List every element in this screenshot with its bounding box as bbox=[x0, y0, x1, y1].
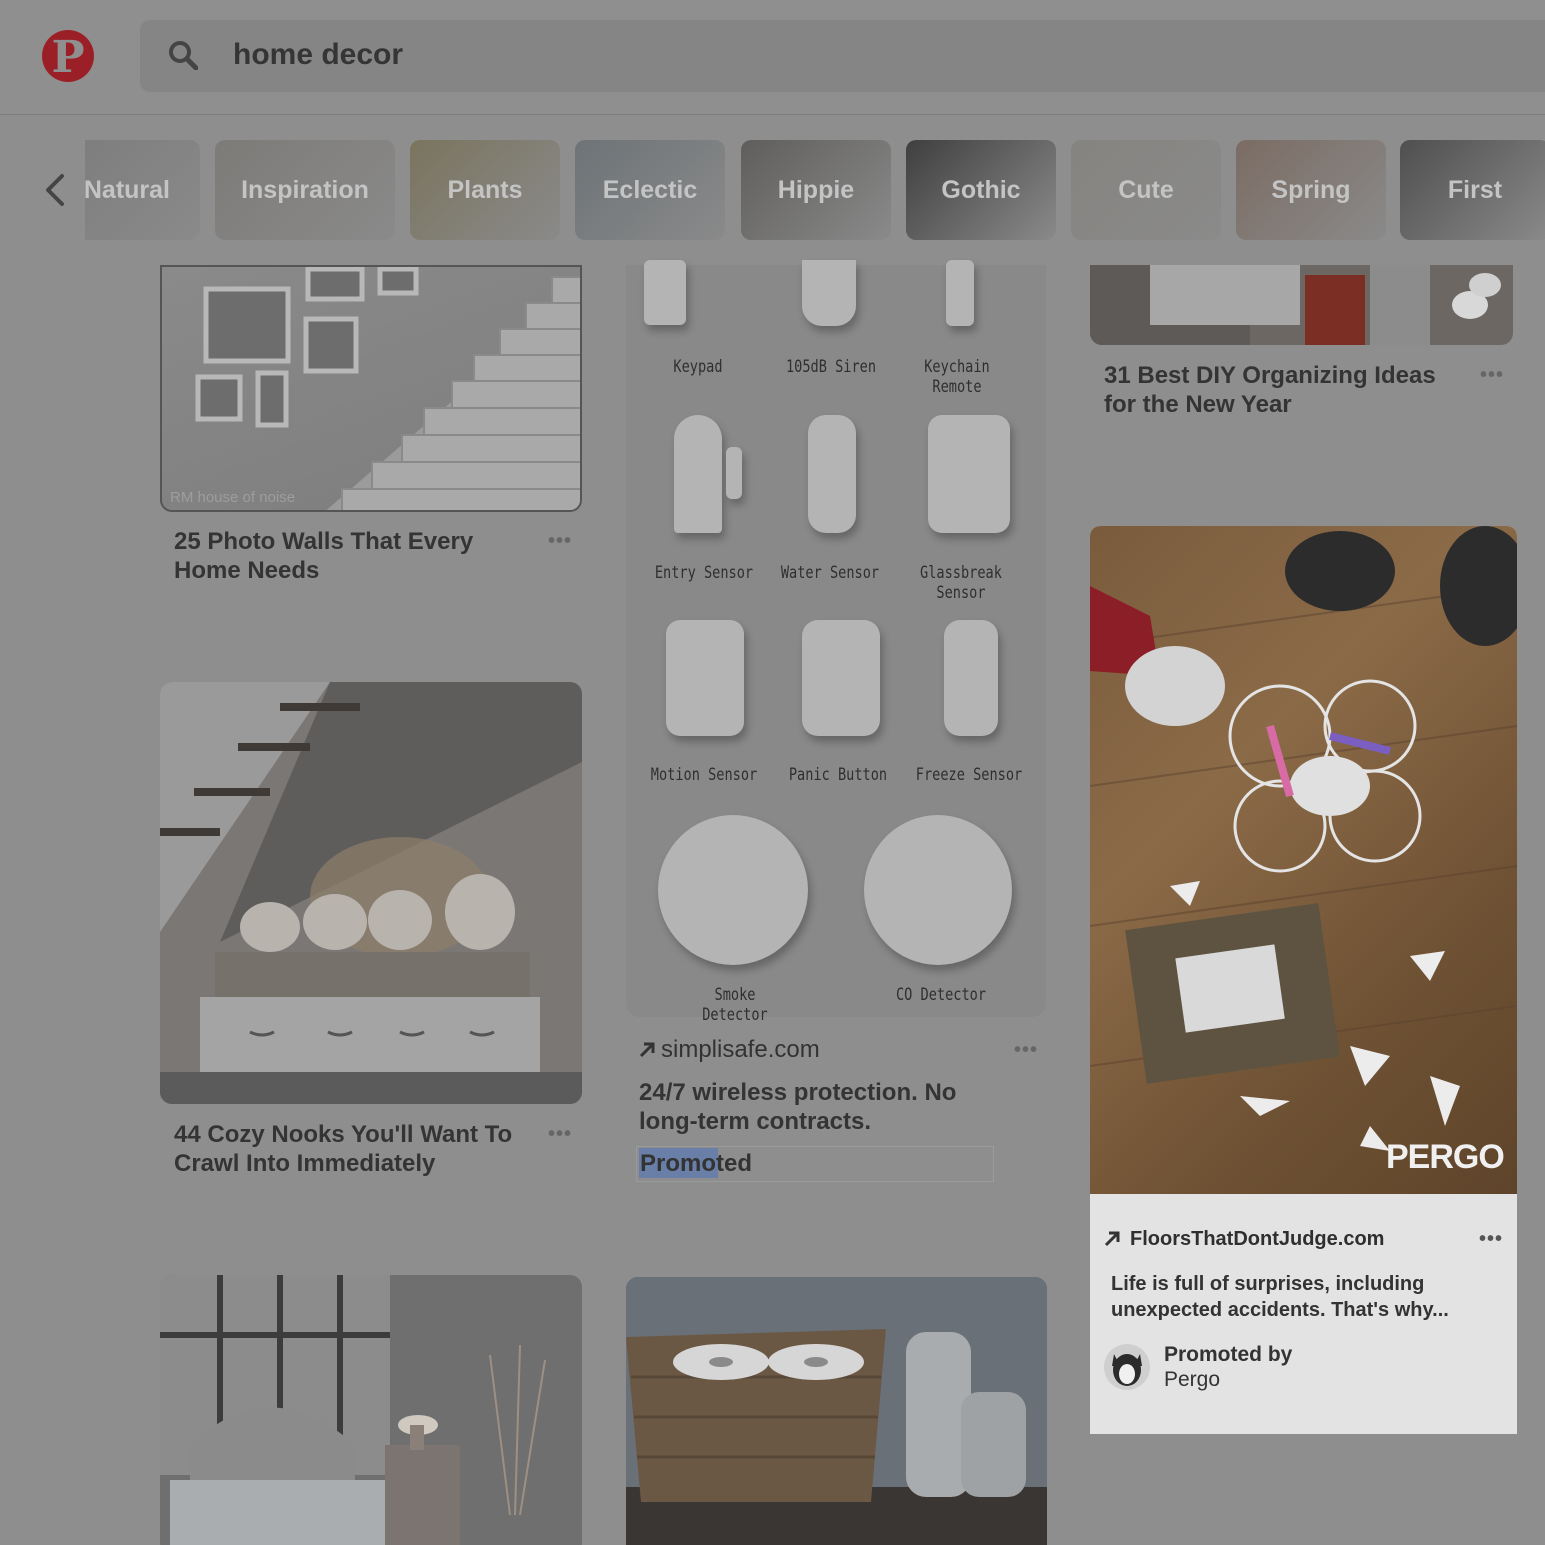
title-line: for the New Year bbox=[1104, 391, 1292, 418]
product-label: Motion Sensor bbox=[650, 765, 758, 785]
more-options-icon[interactable]: ••• bbox=[1014, 1039, 1038, 1062]
pin-title-organizing[interactable]: 31 Best DIY Organizing Ideas for the New… bbox=[1104, 361, 1436, 419]
desc-line: long-term contracts. bbox=[639, 1108, 872, 1135]
co-detector-device bbox=[864, 815, 1012, 965]
entry-sensor-magnet bbox=[726, 447, 742, 499]
water-sensor-device bbox=[808, 415, 856, 533]
product-label: CO Detector bbox=[895, 985, 987, 1005]
product-label: 105dB Siren bbox=[785, 357, 877, 377]
product-label: Smoke Detector bbox=[702, 985, 768, 1025]
chip-cute[interactable]: Cute bbox=[1071, 140, 1221, 240]
motion-sensor-device bbox=[666, 620, 744, 736]
smoke-detector-device bbox=[658, 815, 808, 965]
pin-image-bathroom-storage[interactable] bbox=[626, 1277, 1047, 1545]
more-options-icon[interactable]: ••• bbox=[1479, 1228, 1503, 1251]
pin-description[interactable]: Life is full of surprises, including une… bbox=[1111, 1271, 1501, 1323]
pinterest-logo-icon[interactable]: P bbox=[42, 30, 94, 83]
desc-line: 24/7 wireless protection. No bbox=[639, 1079, 957, 1106]
pin-source-link[interactable]: simplisafe.com bbox=[661, 1036, 820, 1064]
product-label: Keychain Remote bbox=[924, 357, 990, 397]
chip-gothic[interactable]: Gothic bbox=[906, 140, 1056, 240]
product-label: Glassbreak Sensor bbox=[920, 563, 1002, 603]
drone-floor-illustration bbox=[1090, 526, 1517, 1151]
title-line: Home Needs bbox=[174, 557, 320, 584]
staircase-illustration bbox=[195, 267, 580, 510]
title-line: Crawl Into Immediately bbox=[174, 1150, 436, 1177]
reading-nook-illustration bbox=[160, 682, 582, 1104]
pergo-logo: PERGO bbox=[1386, 1138, 1505, 1176]
search-bar[interactable]: home decor bbox=[140, 20, 1545, 92]
title-line: 25 Photo Walls That Every bbox=[174, 528, 474, 555]
advertiser-avatar[interactable] bbox=[1104, 1344, 1150, 1390]
pin-image-cozy-nooks[interactable] bbox=[160, 682, 582, 1104]
external-link-arrow-icon bbox=[639, 1042, 655, 1058]
dog-avatar-icon bbox=[1112, 1354, 1142, 1386]
organizing-illustration bbox=[1090, 265, 1501, 345]
more-options-icon[interactable]: ••• bbox=[548, 1123, 572, 1146]
product-label: Keypad bbox=[673, 357, 723, 377]
chip-hippie[interactable]: Hippie bbox=[741, 140, 891, 240]
external-link-arrow-icon bbox=[1104, 1231, 1120, 1247]
pin-description[interactable]: 24/7 wireless protection. No long-term c… bbox=[639, 1078, 956, 1136]
product-label: Entry Sensor bbox=[654, 563, 754, 583]
chip-natural[interactable]: Natural bbox=[85, 140, 200, 240]
pin-source-link[interactable]: FloorsThatDontJudge.com bbox=[1130, 1228, 1384, 1251]
advertiser-name[interactable]: Pergo bbox=[1164, 1368, 1220, 1392]
siren-device bbox=[802, 260, 856, 326]
pin-title-photo-walls[interactable]: 25 Photo Walls That Every Home Needs bbox=[174, 527, 473, 585]
basket-illustration bbox=[626, 1277, 1047, 1545]
entry-sensor-device bbox=[674, 415, 722, 533]
promoted-label: Promoted bbox=[640, 1150, 753, 1177]
pin-image-bedroom[interactable] bbox=[160, 1275, 582, 1545]
chip-eclectic[interactable]: Eclectic bbox=[575, 140, 725, 240]
product-label: Freeze Sensor bbox=[915, 765, 1023, 785]
promoted-by-label: Promoted by bbox=[1164, 1343, 1293, 1366]
pin-image-organizing[interactable] bbox=[1090, 265, 1513, 345]
chip-plants[interactable]: Plants bbox=[410, 140, 560, 240]
title-line: 31 Best DIY Organizing Ideas bbox=[1104, 362, 1436, 389]
image-watermark: RM house of noise bbox=[170, 489, 296, 506]
chevron-left-icon[interactable] bbox=[40, 172, 70, 208]
more-options-icon[interactable]: ••• bbox=[1480, 364, 1504, 387]
search-icon bbox=[169, 41, 198, 70]
bedroom-illustration bbox=[160, 1275, 546, 1545]
chip-spring[interactable]: Spring bbox=[1236, 140, 1386, 240]
pin-ad-pergo[interactable]: PERGO FloorsThatDontJudge.com ••• Life i… bbox=[1090, 526, 1517, 1434]
product-label: Panic Button bbox=[788, 765, 888, 785]
title-line: 44 Cozy Nooks You'll Want To bbox=[174, 1121, 513, 1148]
freeze-sensor-device bbox=[944, 620, 998, 736]
glassbreak-sensor-device bbox=[928, 415, 1010, 533]
chip-inspiration[interactable]: Inspiration bbox=[215, 140, 395, 240]
pin-image-photo-walls[interactable]: RM house of noise bbox=[160, 265, 582, 512]
panic-button-device bbox=[802, 620, 880, 736]
keychain-remote-device bbox=[946, 260, 974, 326]
search-input[interactable]: home decor bbox=[233, 38, 403, 72]
chip-first[interactable]: First bbox=[1400, 140, 1545, 240]
keypad-device bbox=[644, 260, 686, 325]
pin-title-cozy-nooks[interactable]: 44 Cozy Nooks You'll Want To Crawl Into … bbox=[174, 1120, 512, 1178]
more-options-icon[interactable]: ••• bbox=[548, 530, 572, 553]
top-bar: P home decor bbox=[0, 0, 1545, 115]
product-label: Water Sensor bbox=[780, 563, 880, 583]
pin-image-pergo: PERGO bbox=[1090, 526, 1517, 1194]
